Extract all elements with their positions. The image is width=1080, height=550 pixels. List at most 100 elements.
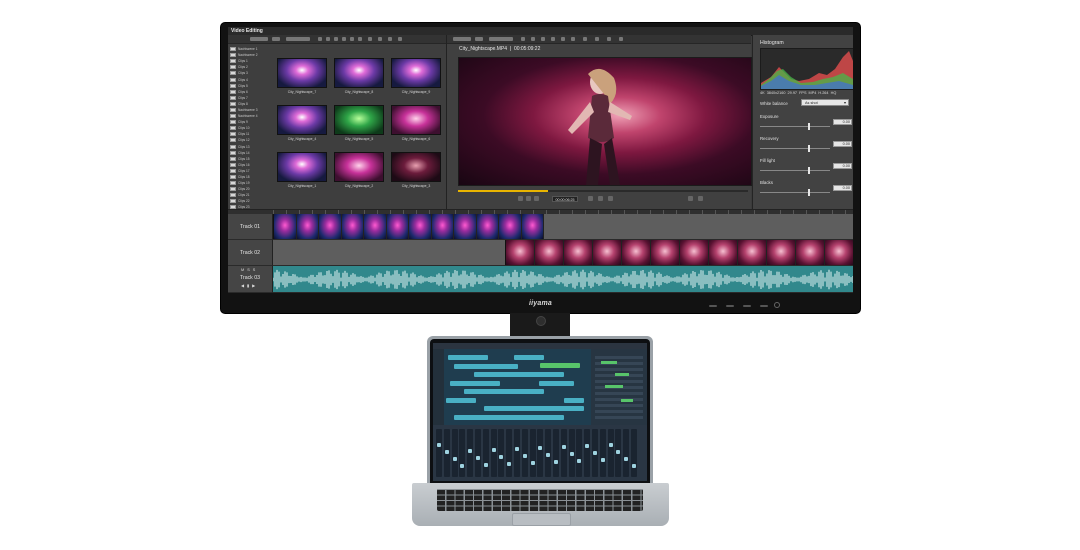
prev-frame-button[interactable] — [518, 196, 523, 201]
toolbar-button[interactable] — [350, 37, 354, 41]
mixer-channel-fader[interactable] — [631, 429, 637, 477]
track-lane[interactable] — [273, 240, 853, 266]
track-header[interactable]: M S S Track 03 ◀ ▮ ▶ — [228, 266, 273, 293]
adjustment-value-input[interactable]: 0.00 — [833, 141, 852, 147]
media-thumbnail[interactable]: City_Nightscape_9 — [391, 58, 441, 94]
mixer-channel-fader[interactable] — [506, 429, 513, 477]
adjustment-value-input[interactable]: 0.00 — [833, 119, 852, 125]
media-thumbnail[interactable]: City_Nightscape_1 — [277, 152, 327, 188]
slider-track[interactable] — [760, 192, 830, 193]
toolbar-button[interactable] — [272, 37, 280, 41]
slider-handle[interactable] — [807, 123, 810, 130]
volume-icon[interactable] — [688, 196, 693, 201]
mixer-channel-fader[interactable] — [545, 429, 552, 477]
mixer-channel-fader[interactable] — [537, 429, 544, 477]
daw-clip[interactable] — [484, 372, 504, 377]
scrub-bar[interactable] — [458, 190, 748, 192]
mixer-channel-fader[interactable] — [592, 429, 598, 477]
toolbar-button[interactable] — [489, 37, 513, 41]
mixer-channel-fader[interactable] — [607, 429, 614, 477]
mixer-channel-fader[interactable] — [521, 429, 528, 477]
track-lane[interactable] — [273, 214, 853, 240]
toolbar-button[interactable] — [378, 37, 382, 41]
toolbar-button[interactable] — [531, 37, 535, 41]
mixer-channel-fader[interactable] — [467, 429, 474, 477]
next-frame-button[interactable] — [534, 196, 539, 201]
track-lane[interactable] — [273, 266, 853, 293]
toolbar-button[interactable] — [388, 37, 392, 41]
daw-clip[interactable] — [504, 406, 534, 411]
toolbar-button[interactable] — [541, 37, 545, 41]
mixer-channel-fader[interactable] — [451, 429, 458, 477]
mixer-channel-fader[interactable] — [443, 429, 450, 477]
mixer-channel-fader[interactable] — [599, 429, 606, 477]
adjustment-value-input[interactable]: 0.00 — [833, 163, 852, 169]
adjustment-value-input[interactable]: 0.00 — [833, 185, 852, 191]
loop-button[interactable] — [588, 196, 593, 201]
power-icon[interactable] — [774, 302, 780, 308]
toolbar-button[interactable] — [286, 37, 310, 41]
slider-handle[interactable] — [807, 167, 810, 174]
mixer-channel-fader[interactable] — [615, 429, 622, 477]
daw-mixer[interactable] — [433, 425, 647, 481]
mixer-channel-fader[interactable] — [560, 429, 567, 477]
toolbar-button[interactable] — [342, 37, 346, 41]
mixer-channel-fader[interactable] — [490, 429, 497, 477]
toolbar-button[interactable] — [453, 37, 471, 41]
media-thumbnail[interactable]: City_Nightscape_8 — [334, 58, 384, 94]
monitor-input-button[interactable] — [726, 305, 734, 307]
mixer-channel-fader[interactable] — [498, 429, 505, 477]
toolbar-button[interactable] — [358, 37, 362, 41]
media-thumbnail[interactable]: City_Nightscape_7 — [277, 58, 327, 94]
toolbar-button[interactable] — [607, 37, 611, 41]
toolbar-button[interactable] — [619, 37, 623, 41]
daw-clip[interactable] — [450, 380, 500, 386]
toolbar-button[interactable] — [595, 37, 599, 41]
transport-timecode[interactable]: 00:00:06:25 — [552, 196, 578, 202]
toolbar-button[interactable] — [250, 37, 268, 41]
toolbar-button[interactable] — [551, 37, 555, 41]
daw-clip[interactable] — [494, 363, 518, 369]
mixer-channel-fader[interactable] — [436, 429, 442, 477]
daw-clip[interactable] — [446, 397, 476, 403]
track-nav-icons[interactable]: ◀ ▮ ▶ — [241, 283, 256, 288]
slider-track[interactable] — [760, 126, 830, 127]
media-thumbnail[interactable]: City_Nightscape_3 — [391, 152, 441, 188]
daw-midi-clip[interactable] — [540, 363, 580, 368]
media-thumbnail[interactable]: City_Nightscape_5 — [334, 105, 384, 141]
slider-track[interactable] — [760, 148, 830, 149]
daw-clip[interactable] — [454, 414, 534, 420]
monitor-menu-button[interactable] — [709, 305, 717, 307]
mark-out-button[interactable] — [608, 196, 613, 201]
daw-clip[interactable] — [448, 355, 488, 360]
toolbar-button[interactable] — [326, 37, 330, 41]
mixer-channel-fader[interactable] — [553, 429, 559, 477]
settings-icon[interactable] — [698, 196, 703, 201]
mixer-channel-fader[interactable] — [475, 429, 481, 477]
mixer-channel-fader[interactable] — [568, 429, 575, 477]
toolbar-button[interactable] — [368, 37, 372, 41]
slider-handle[interactable] — [807, 145, 810, 152]
mixer-channel-fader[interactable] — [584, 429, 591, 477]
monitor-up-button[interactable] — [743, 305, 751, 307]
white-balance-select[interactable]: As shot ▾ — [801, 99, 849, 106]
mixer-channel-fader[interactable] — [576, 429, 583, 477]
toolbar-button[interactable] — [475, 37, 483, 41]
slider-track[interactable] — [760, 170, 830, 171]
mark-in-button[interactable] — [598, 196, 603, 201]
track-header[interactable]: Track 02 — [228, 240, 273, 266]
toolbar-button[interactable] — [398, 37, 402, 41]
mixer-channel-fader[interactable] — [623, 429, 630, 477]
mixer-channel-fader[interactable] — [459, 429, 466, 477]
media-thumbnail[interactable]: City_Nightscape_4 — [277, 105, 327, 141]
track-mute-solo-controls[interactable]: M S S — [241, 268, 256, 272]
media-thumbnail[interactable]: City_Nightscape_6 — [391, 105, 441, 141]
video-preview[interactable] — [458, 57, 752, 186]
toolbar-button[interactable] — [571, 37, 575, 41]
daw-clip[interactable] — [504, 389, 544, 394]
toolbar-button[interactable] — [318, 37, 322, 41]
media-thumbnail[interactable]: City_Nightscape_2 — [334, 152, 384, 188]
daw-clip[interactable] — [484, 406, 584, 411]
video-clip[interactable] — [505, 240, 853, 265]
daw-arrange-view[interactable] — [444, 349, 591, 425]
